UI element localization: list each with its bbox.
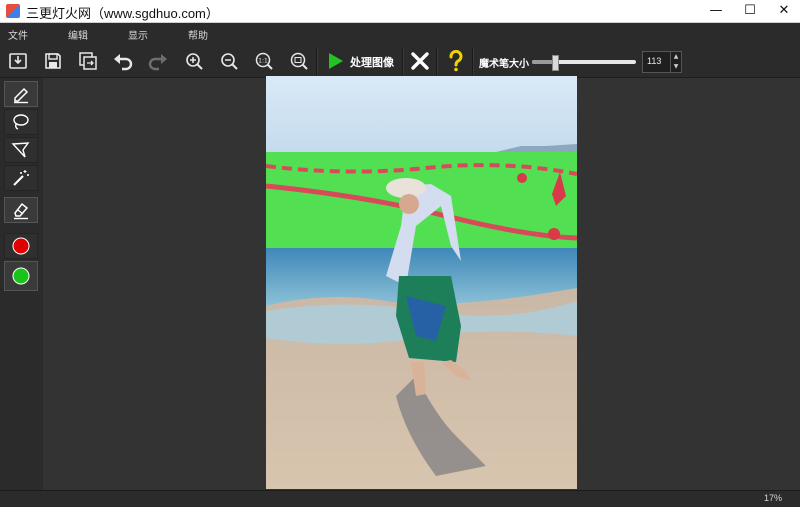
toolbar-separator (402, 47, 404, 75)
pen-tool-button[interactable] (4, 81, 38, 107)
spin-arrows[interactable]: ▲ ▼ (670, 52, 681, 72)
zoom-level: 17% (763, 493, 782, 503)
import-icon (9, 53, 27, 69)
export-button[interactable] (75, 48, 101, 74)
eraser-tool-button[interactable] (4, 197, 38, 223)
help-button[interactable] (443, 48, 469, 74)
help-icon (449, 50, 463, 72)
actual-size-icon: 1:1 (255, 52, 273, 70)
fit-window-icon (290, 52, 308, 70)
brush-size-slider[interactable] (532, 55, 636, 71)
close-x-icon (411, 52, 429, 70)
menu-view[interactable]: 显示 (128, 27, 148, 42)
magic-wand-tool-button[interactable] (4, 165, 38, 191)
zoom-out-button[interactable] (216, 48, 242, 74)
zoom-in-icon (186, 53, 203, 70)
green-color-button[interactable] (4, 261, 38, 291)
save-button[interactable] (40, 48, 66, 74)
save-icon (45, 53, 61, 69)
brush-size-spinbox[interactable]: 113 ▲ ▼ (642, 51, 682, 73)
process-image-label[interactable]: 处理图像 (350, 54, 394, 70)
red-color-icon (12, 237, 30, 255)
toolbar-separator (436, 47, 438, 75)
undo-icon (114, 54, 133, 71)
editing-image[interactable] (266, 76, 577, 489)
zoom-in-button[interactable] (181, 48, 207, 74)
brush-size-label: 魔术笔大小 (479, 59, 529, 70)
brush-size-slider-thumb[interactable] (551, 55, 559, 71)
app-icon (6, 4, 20, 18)
spin-up-icon[interactable]: ▲ (671, 52, 681, 62)
red-color-button[interactable] (4, 233, 38, 259)
eraser-icon (14, 202, 29, 220)
export-icon (79, 52, 97, 70)
polygon-lasso-tool-button[interactable] (4, 137, 38, 163)
redo-icon (148, 54, 167, 71)
spin-down-icon[interactable]: ▼ (671, 62, 681, 72)
redo-button[interactable] (145, 48, 171, 74)
close-window-button[interactable]: ✕ (764, 0, 800, 22)
beach-photo[interactable] (266, 76, 577, 489)
status-bar: 17% (0, 490, 800, 507)
menu-bar: 文件 编辑 显示 帮助 (0, 23, 800, 45)
svg-text:1:1: 1:1 (258, 58, 268, 65)
polygon-lasso-icon (11, 142, 30, 158)
zoom-out-icon (221, 53, 238, 70)
process-image-button[interactable] (322, 48, 348, 74)
toolbar-separator (316, 47, 318, 75)
undo-button[interactable] (110, 48, 136, 74)
brush-size-value[interactable]: 113 (647, 56, 661, 66)
window-title: 三更灯火网（www.sgdhuo.com） (26, 6, 219, 21)
play-icon (329, 53, 343, 69)
lasso-icon (13, 114, 29, 130)
menu-help[interactable]: 帮助 (188, 27, 208, 42)
fit-window-button[interactable] (286, 48, 312, 74)
menu-file[interactable]: 文件 (8, 27, 28, 42)
lasso-tool-button[interactable] (4, 109, 38, 135)
toolbar-separator (472, 47, 474, 75)
actual-size-button[interactable]: 1:1 (251, 48, 277, 74)
pen-marker-icon (14, 87, 29, 104)
title-bar: 三更灯火网（www.sgdhuo.com） — ☐ ✕ (0, 0, 800, 23)
import-button[interactable] (5, 48, 31, 74)
green-color-icon (12, 267, 30, 285)
cancel-button[interactable] (407, 48, 433, 74)
toolbar: 1:1 处理图像 魔术笔大小 113 ▲ ▼ (0, 45, 800, 78)
magic-wand-icon (13, 170, 29, 186)
menu-edit[interactable]: 编辑 (68, 27, 88, 42)
left-toolbar (0, 78, 42, 490)
